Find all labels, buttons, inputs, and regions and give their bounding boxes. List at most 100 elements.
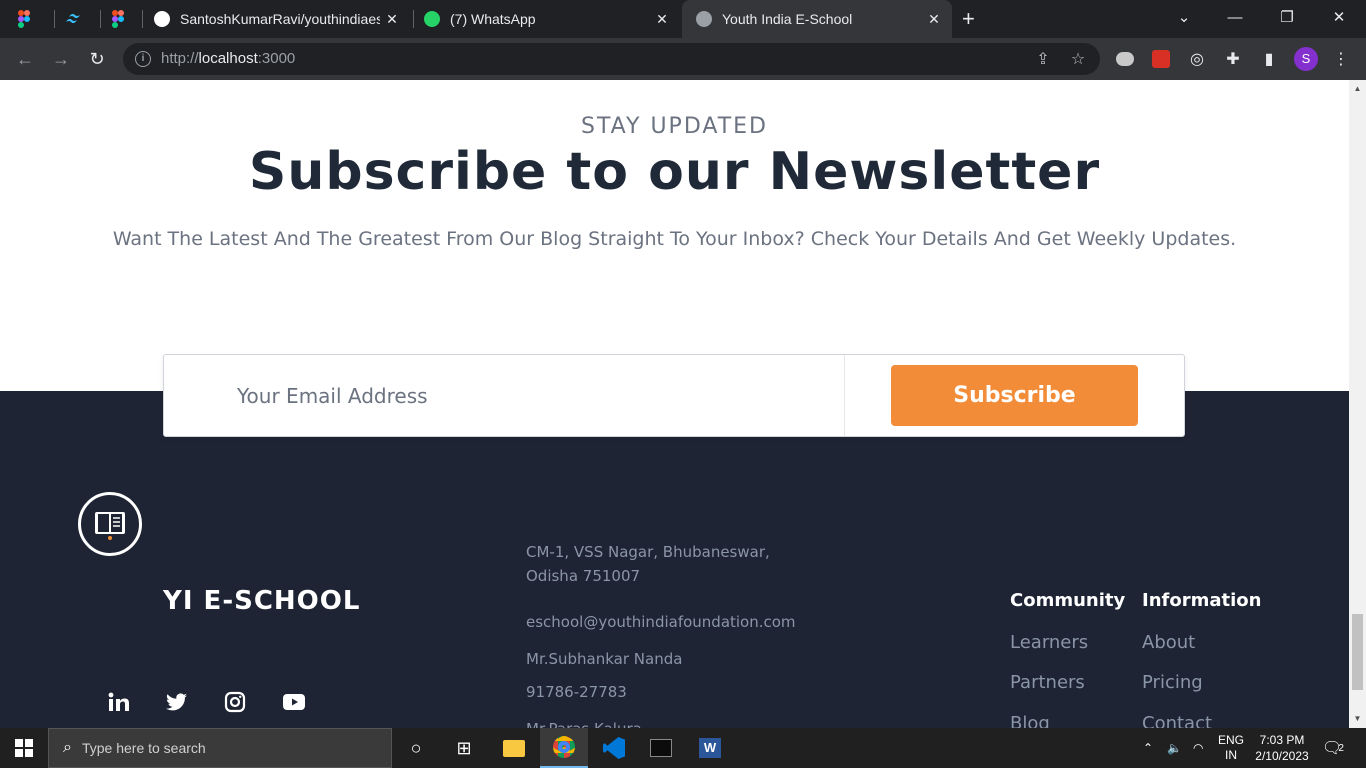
share-icon[interactable]: ⇪ <box>1033 50 1053 70</box>
extension-red-icon[interactable] <box>1150 48 1172 70</box>
footer-link-contact[interactable]: Contact <box>1142 713 1212 728</box>
close-icon[interactable]: ✕ <box>654 11 670 27</box>
arrow-left-icon: ← <box>16 48 34 69</box>
newsletter-headline: Subscribe to our Newsletter <box>248 142 1101 202</box>
logo[interactable] <box>78 492 142 556</box>
reload-icon: ↻ <box>89 48 105 69</box>
file-explorer-icon[interactable] <box>490 728 538 768</box>
footer-link-learners[interactable]: Learners <box>1010 632 1088 653</box>
youtube-icon[interactable] <box>282 690 306 714</box>
book-logo-icon <box>95 512 125 540</box>
extensions-puzzle-icon[interactable]: ✚ <box>1222 48 1244 70</box>
volume-icon[interactable]: 🔈 <box>1167 728 1182 768</box>
footer-link-about[interactable]: About <box>1142 632 1195 653</box>
contact-name: Mr.Subhankar Nanda <box>526 650 683 668</box>
url-scheme: http:// <box>161 50 199 67</box>
region-code: IN <box>1225 748 1237 762</box>
bookmark-star-icon[interactable]: ☆ <box>1068 50 1088 70</box>
tailwind-icon <box>64 11 84 28</box>
tab-label: Youth India E-School <box>722 11 853 27</box>
search-icon: ⌕ <box>63 739 72 756</box>
language-indicator[interactable]: ENG IN <box>1218 728 1244 768</box>
chrome-icon[interactable] <box>540 728 588 768</box>
tab-youth-india[interactable]: Youth India E-School ✕ <box>682 0 952 38</box>
clock[interactable]: 7:03 PM 2/10/2023 <box>1254 732 1310 764</box>
footer-link-partners[interactable]: Partners <box>1010 672 1085 693</box>
chevron-down-icon: ⌄ <box>1177 9 1191 26</box>
information-heading: Information <box>1142 590 1262 611</box>
tab-search-button[interactable]: ⌄ <box>1161 0 1207 34</box>
extension-target-icon[interactable]: ◎ <box>1186 48 1208 70</box>
taskbar-search[interactable]: ⌕ Type here to search <box>48 728 392 768</box>
figma-icon <box>18 10 30 28</box>
terminal-icon[interactable] <box>637 728 685 768</box>
whatsapp-icon <box>424 11 440 27</box>
email-input[interactable] <box>164 355 844 436</box>
form-divider <box>844 355 845 436</box>
notification-count: 2 <box>1338 742 1344 754</box>
close-icon[interactable]: ✕ <box>384 11 400 27</box>
side-panel-icon[interactable]: ▮ <box>1258 48 1280 70</box>
close-icon[interactable]: ✕ <box>926 11 942 27</box>
contact-name-2: Mr.Paras Kalura <box>526 720 642 728</box>
cortana-icon[interactable]: ○ <box>392 728 440 768</box>
browser-toolbar: ← → ↻ i http://localhost:3000 ⇪ ☆ ◎ ✚ ▮ … <box>0 38 1366 80</box>
tab-label: (7) WhatsApp <box>450 11 536 27</box>
chevron-up-icon: ⌃ <box>1143 741 1154 755</box>
language-code: ENG <box>1218 733 1245 747</box>
clock-time: 7:03 PM <box>1259 733 1305 747</box>
menu-kebab-icon[interactable]: ⋮ <box>1330 48 1352 70</box>
extension-owl-icon[interactable] <box>1114 48 1136 70</box>
back-button[interactable]: ← <box>11 45 39 73</box>
address-line-2: Odisha 751007 <box>526 567 641 585</box>
twitter-icon[interactable] <box>165 690 189 714</box>
subscribe-form: Subscribe <box>163 354 1185 437</box>
contact-email[interactable]: eschool@youthindiafoundation.com <box>526 613 796 631</box>
forward-button[interactable]: → <box>47 45 75 73</box>
notification-center-button[interactable]: 🗨 2 <box>1322 728 1344 768</box>
community-heading: Community <box>1010 590 1126 611</box>
scroll-up-icon[interactable]: ▲ <box>1352 84 1363 94</box>
subscribe-button[interactable]: Subscribe <box>891 365 1138 426</box>
minimize-button[interactable]: — <box>1212 0 1258 34</box>
show-hidden-icons-button[interactable]: ⌃ <box>1143 728 1153 768</box>
tab-figma-1[interactable] <box>18 0 54 38</box>
close-window-button[interactable]: ✕ <box>1316 0 1362 34</box>
restore-icon: ❐ <box>1280 9 1294 26</box>
search-placeholder: Type here to search <box>81 740 206 756</box>
footer-link-pricing[interactable]: Pricing <box>1142 672 1203 693</box>
contact-phone[interactable]: 91786-27783 <box>526 683 627 701</box>
page-scrollbar[interactable]: ▲ ▼ <box>1349 80 1366 728</box>
start-button[interactable] <box>0 728 48 768</box>
url-host: localhost <box>198 50 258 67</box>
info-icon[interactable]: i <box>135 51 151 67</box>
site-icon <box>696 11 712 27</box>
instagram-icon[interactable] <box>223 690 247 714</box>
clock-date: 2/10/2023 <box>1255 749 1309 763</box>
figma-icon <box>112 10 124 28</box>
tab-label: SantoshKumarRavi/youthindiaeschool <box>180 11 380 27</box>
tab-whatsapp[interactable]: (7) WhatsApp ✕ <box>424 0 680 38</box>
close-icon: ✕ <box>1332 9 1346 26</box>
scroll-thumb[interactable] <box>1352 614 1363 690</box>
arrow-right-icon: → <box>52 48 70 69</box>
reload-button[interactable]: ↻ <box>83 45 111 73</box>
new-tab-button[interactable]: + <box>962 0 992 38</box>
footer-link-blog[interactable]: Blog <box>1010 713 1050 728</box>
github-icon <box>154 11 170 27</box>
address-line-1: CM-1, VSS Nagar, Bhubaneswar, <box>526 543 770 561</box>
address-bar[interactable]: i http://localhost:3000 ⇪ ☆ <box>123 43 1100 75</box>
linkedin-icon[interactable] <box>107 690 131 714</box>
word-icon[interactable]: W <box>686 728 734 768</box>
tab-tailwind[interactable] <box>64 0 100 38</box>
restore-button[interactable]: ❐ <box>1264 0 1310 34</box>
vscode-icon[interactable] <box>590 728 638 768</box>
newsletter-kicker: STAY UPDATED <box>580 114 768 139</box>
task-view-icon[interactable]: ⊞ <box>440 728 488 768</box>
wifi-icon[interactable]: ◠ <box>1193 728 1203 768</box>
minimize-icon: — <box>1227 8 1243 26</box>
tab-github[interactable]: SantoshKumarRavi/youthindiaeschool ✕ <box>154 0 410 38</box>
profile-avatar[interactable]: S <box>1294 47 1318 71</box>
scroll-down-icon[interactable]: ▼ <box>1352 714 1363 724</box>
url-text[interactable]: http://localhost:3000 <box>161 50 295 67</box>
